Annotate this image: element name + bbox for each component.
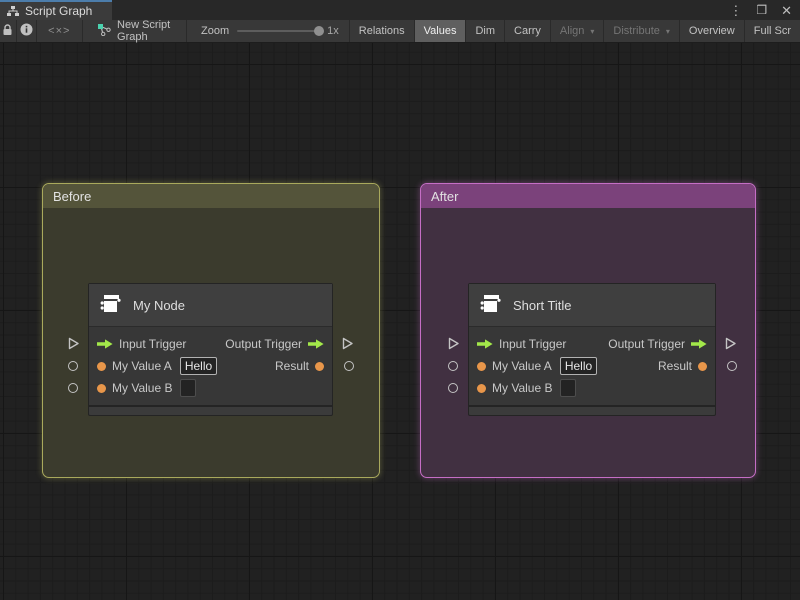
code-preview-button[interactable]: <×> [37,20,84,42]
input-trigger-outer-port[interactable] [68,337,80,355]
fullscreen-label: Full Scr [753,25,792,37]
value-a-outer-port[interactable] [448,361,458,371]
new-script-graph-button[interactable]: New Script Graph [83,19,188,43]
value-a-label: My Value A [492,359,552,373]
result-outer-port[interactable] [344,361,354,371]
carry-label: Carry [514,25,541,37]
value-b-outer-port[interactable] [448,383,458,393]
value-b-outer-port[interactable] [68,383,78,393]
graph-toolbar: <×> New Script Graph Zoom 1x Relations V… [0,19,800,43]
kebab-menu-icon[interactable]: ⋮ [729,4,742,17]
value-b-input[interactable] [560,379,577,397]
maximize-icon[interactable]: ❒ [756,4,767,16]
zoom-slider[interactable] [237,26,325,36]
node-title: Short Title [513,297,572,313]
new-script-graph-label: New Script Graph [117,19,171,43]
distribute-button[interactable]: Distribute ▾ [604,20,680,42]
trigger-in-icon[interactable] [97,339,113,349]
distribute-label: Distribute [613,25,660,37]
zoom-label: Zoom [201,25,230,37]
value-a-label: My Value A [112,359,172,373]
input-trigger-label: Input Trigger [119,337,187,351]
result-port-icon[interactable] [315,361,324,371]
value-a-port-icon[interactable] [97,361,106,371]
align-label: Align [559,25,585,37]
input-trigger-label: Input Trigger [499,337,567,351]
values-label: Values [423,25,457,37]
output-trigger-label: Output Trigger [608,337,685,351]
zoom-control: Zoom 1x [187,20,350,42]
relations-button[interactable]: Relations [350,20,415,42]
close-icon[interactable]: ✕ [781,4,792,17]
result-label: Result [274,359,309,373]
dim-label: Dim [475,25,496,37]
input-trigger-outer-port[interactable] [448,337,460,355]
unit-icon [98,292,123,319]
zoom-value: 1x [327,25,339,37]
dim-button[interactable]: Dim [466,20,506,42]
value-b-port-icon[interactable] [97,383,106,393]
tab-script-graph[interactable]: Script Graph [0,0,112,20]
lock-button[interactable] [0,20,17,42]
trigger-out-icon[interactable] [691,339,707,349]
group-before-title: Before [53,188,92,204]
group-before-header[interactable]: Before [43,184,379,208]
value-a-port-icon[interactable] [477,361,486,371]
value-a-input[interactable]: Hello [179,357,218,375]
output-trigger-outer-port[interactable] [342,337,354,355]
node-title: My Node [133,297,186,313]
graph-hierarchy-icon [7,5,19,17]
code-icon: <×> [48,25,71,37]
chevron-down-icon: ▾ [665,26,670,36]
value-b-input[interactable] [180,379,197,397]
overview-label: Overview [688,25,735,37]
info-icon [20,23,33,39]
node-my-node[interactable]: My Node Input Trigger Output Trigger My … [68,283,354,416]
tab-title: Script Graph [25,4,93,18]
trigger-out-icon[interactable] [308,339,324,349]
value-b-port-icon[interactable] [477,383,486,393]
node-header[interactable]: My Node [89,284,332,327]
tab-bar: Script Graph ⋮ ❒ ✕ [0,0,800,20]
chevron-down-icon: ▾ [590,26,595,36]
group-after-title: After [431,188,459,204]
value-b-label: My Value B [492,381,553,395]
script-graph-icon [97,23,111,39]
values-button[interactable]: Values [414,20,467,42]
value-a-outer-port[interactable] [68,361,78,371]
node-footer [469,405,715,415]
output-trigger-label: Output Trigger [225,337,302,351]
result-port-icon[interactable] [698,361,707,371]
output-trigger-outer-port[interactable] [725,337,737,355]
unit-icon [478,292,503,319]
graph-canvas[interactable]: Before After My Node Input Trigger Outpu… [0,43,800,600]
zoom-slider-handle[interactable] [314,26,325,36]
align-button[interactable]: Align ▾ [551,20,605,42]
window-controls: ⋮ ❒ ✕ [729,0,800,20]
node-short-title[interactable]: Short Title Input Trigger Output Trigger [448,283,737,416]
value-a-input[interactable]: Hello [559,357,598,375]
result-outer-port[interactable] [727,361,737,371]
fullscreen-button[interactable]: Full Scr [745,20,800,42]
carry-button[interactable]: Carry [505,20,551,42]
relations-label: Relations [358,25,405,37]
node-header[interactable]: Short Title [469,284,715,327]
overview-button[interactable]: Overview [680,20,745,42]
lock-icon [2,23,13,39]
info-button[interactable] [17,20,37,42]
group-after-header[interactable]: After [421,184,755,208]
result-label: Result [657,359,692,373]
trigger-in-icon[interactable] [477,339,493,349]
value-b-label: My Value B [112,381,173,395]
node-footer [89,405,332,415]
